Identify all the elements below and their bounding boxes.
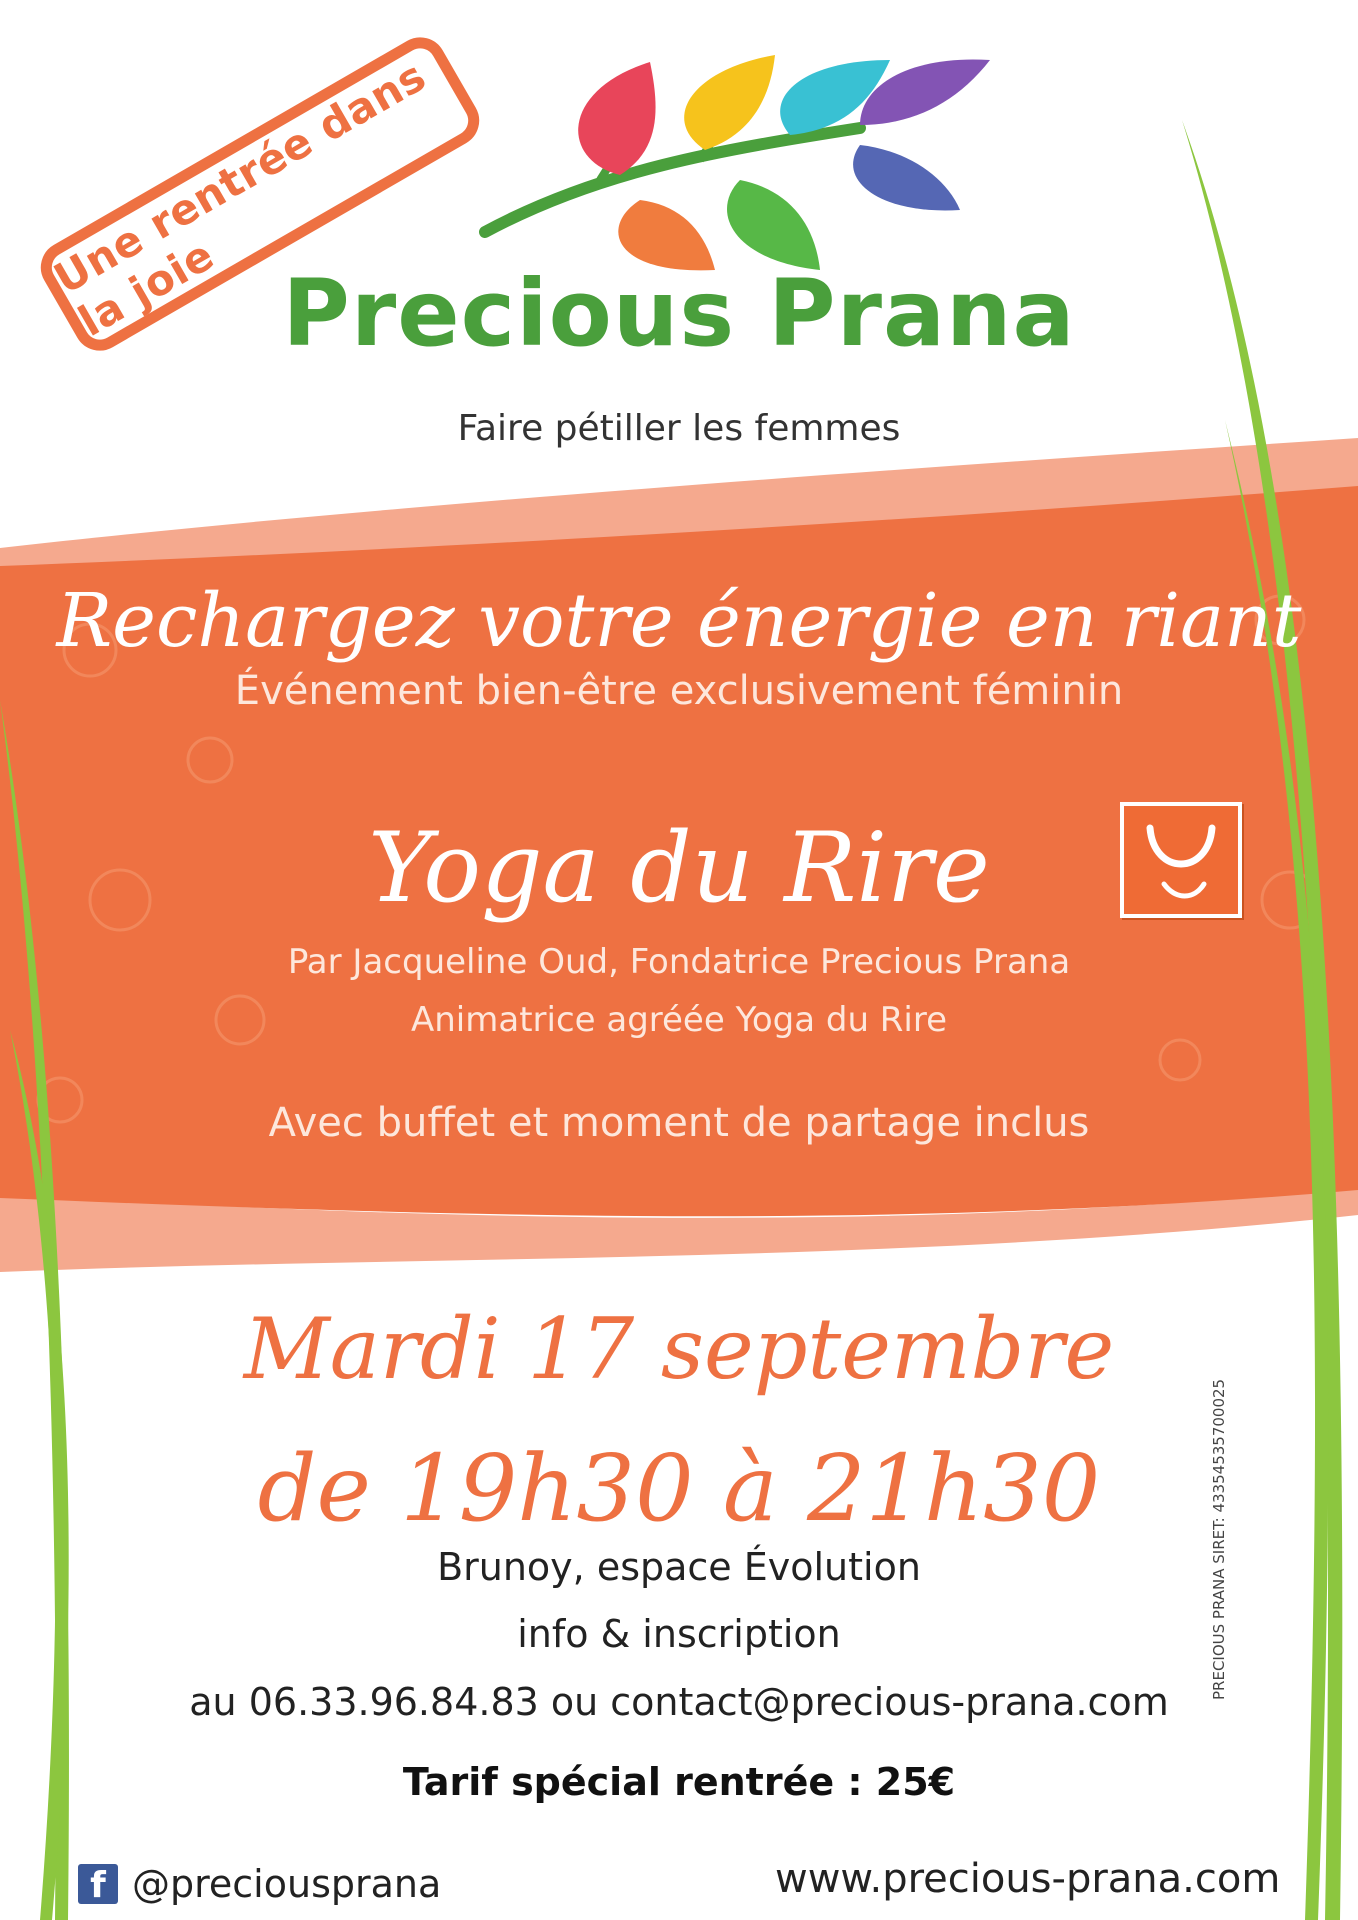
event-info: info & inscription <box>517 1612 841 1656</box>
event-byline: Par Jacqueline Oud, Fondatrice Precious … <box>287 942 1071 982</box>
laughter-yoga-icon <box>1146 824 1216 899</box>
leaf-yellow <box>684 55 775 150</box>
leaf-blue <box>853 145 960 211</box>
social-handle[interactable]: @preciousprana <box>132 1862 441 1906</box>
leaf-red <box>578 62 656 175</box>
brand-tagline: Faire pétiller les femmes <box>457 408 901 449</box>
event-buffet: Avec buffet et moment de partage inclus <box>268 1100 1090 1146</box>
event-time: de 19h30 à 21h30 <box>257 1435 1101 1542</box>
brand-name: Precious Prana <box>282 260 1076 367</box>
event-role: Animatrice agréée Yoga du Rire <box>410 1000 948 1040</box>
event-price: Tarif spécial rentrée : 25€ <box>402 1760 956 1804</box>
leaf-green <box>726 180 820 270</box>
social-link[interactable]: f @preciousprana <box>78 1862 441 1906</box>
banner-subhead: Événement bien-être exclusivement fémini… <box>234 668 1124 714</box>
logo-branch <box>479 55 990 271</box>
event-contact[interactable]: au 06.33.96.84.83 ou contact@precious-pr… <box>0 1680 1358 1724</box>
siret-text: PRECIOUS PRANA SIRET: 43354535700025 <box>1210 1378 1228 1700</box>
banner-headline: Rechargez votre énergie en riant <box>56 578 1302 664</box>
laughter-yoga-logo <box>1120 802 1242 918</box>
event-place: Brunoy, espace Évolution <box>437 1545 921 1589</box>
event-date: Mardi 17 septembre <box>243 1300 1115 1398</box>
facebook-icon[interactable]: f <box>78 1864 118 1904</box>
website-link[interactable]: www.precious-prana.com <box>775 1856 1280 1902</box>
